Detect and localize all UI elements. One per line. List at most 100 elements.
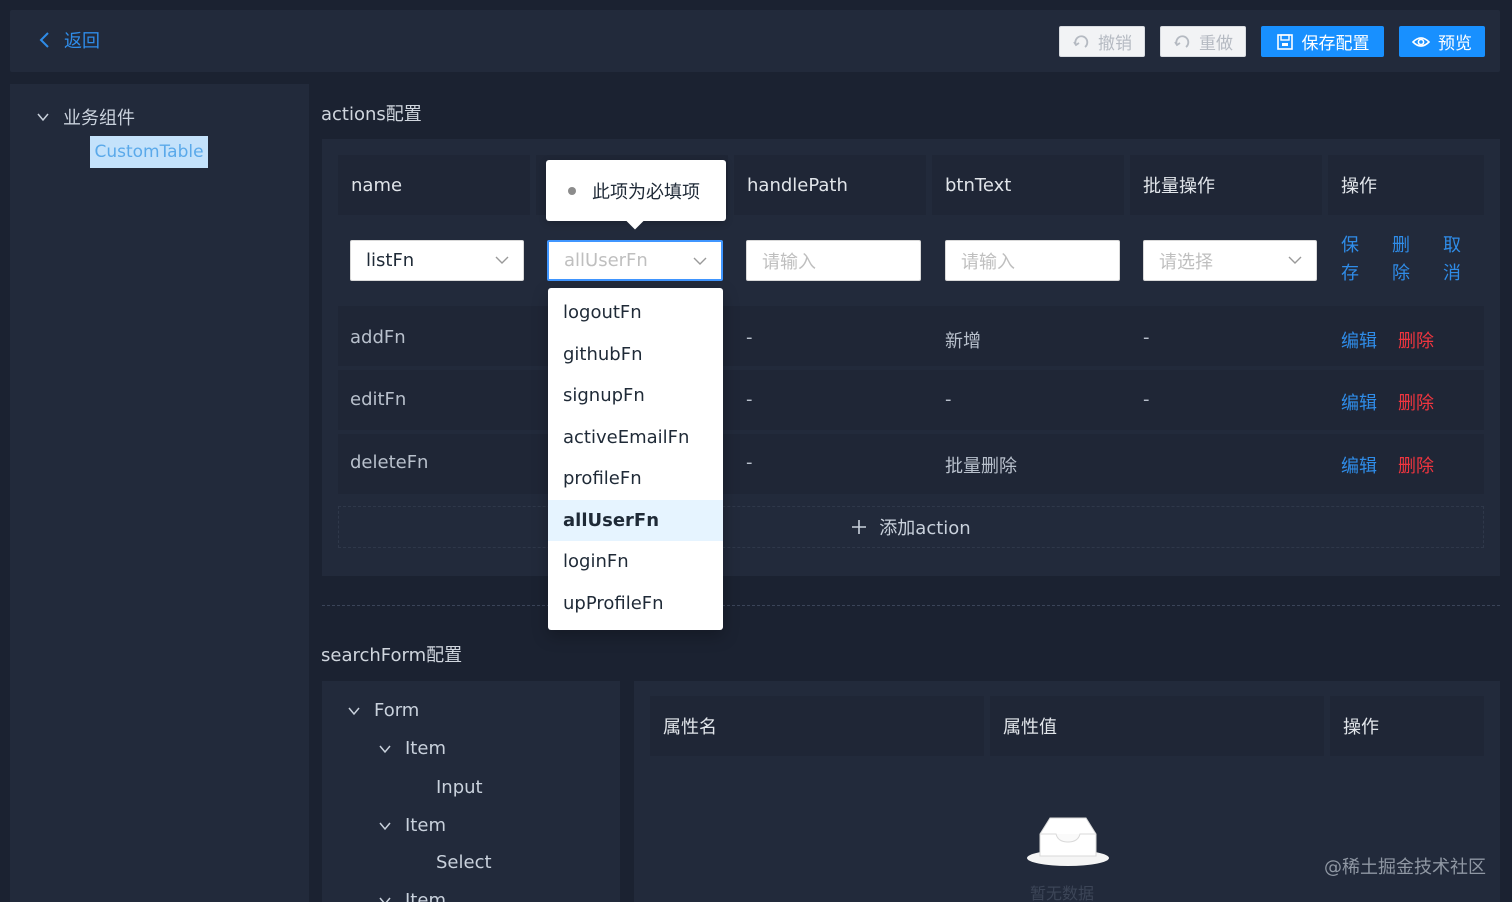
bullet-icon xyxy=(568,186,576,195)
table-row xyxy=(338,434,1484,494)
dropdown-option[interactable]: upProfileFn xyxy=(548,583,723,625)
chevron-left-icon xyxy=(39,32,49,48)
save-config-label: 保存配置 xyxy=(1301,34,1370,54)
tree-node-customtable[interactable]: CustomTable xyxy=(90,136,208,168)
tree-node-label: 业务组件 xyxy=(63,108,135,129)
dropdown-option[interactable]: profileFn xyxy=(548,458,723,500)
table-row xyxy=(338,370,1484,430)
tree-node-select[interactable]: Select xyxy=(436,852,492,873)
chevron-down-icon xyxy=(495,256,509,264)
col-header-prop-value: 属性值 xyxy=(990,696,1324,756)
chevron-down-icon xyxy=(379,897,391,902)
handle-select-value: allUserFn xyxy=(564,250,648,271)
table-row xyxy=(338,306,1484,366)
top-toolbar: 返回 撤销 重做 保存配置 预览 xyxy=(10,10,1500,72)
delete-row-link[interactable]: 删除 xyxy=(1392,232,1410,288)
watermark: @稀土掘金技术社区 xyxy=(1324,857,1486,878)
edit-link[interactable]: 编辑 xyxy=(1341,452,1377,478)
tree-node-item[interactable]: Item xyxy=(379,890,446,902)
chevron-down-icon xyxy=(379,822,391,830)
actions-section-title: actions配置 xyxy=(321,104,422,125)
handlepath-input[interactable]: 请输入 xyxy=(746,240,921,281)
dropdown-option[interactable]: loginFn xyxy=(548,541,723,583)
redo-button[interactable]: 重做 xyxy=(1160,26,1246,57)
tree-node-label: Select xyxy=(436,852,492,873)
empty-inbox-icon xyxy=(1027,817,1109,866)
searchform-section-title: searchForm配置 xyxy=(321,645,463,666)
col-header-name: name xyxy=(338,155,530,215)
save-row-link[interactable]: 保存 xyxy=(1341,232,1359,288)
delete-link[interactable]: 删除 xyxy=(1398,327,1434,353)
dropdown-option-selected[interactable]: allUserFn xyxy=(548,499,723,541)
delete-link[interactable]: 删除 xyxy=(1398,452,1434,478)
edit-link[interactable]: 编辑 xyxy=(1341,327,1377,353)
back-label: 返回 xyxy=(64,31,100,52)
name-select-value: listFn xyxy=(366,250,415,271)
undo-label: 撤销 xyxy=(1098,34,1132,54)
chevron-down-icon xyxy=(1288,256,1302,264)
btntext-input[interactable]: 请输入 xyxy=(945,240,1120,281)
col-header-batch: 批量操作 xyxy=(1130,155,1322,215)
row-batch: - xyxy=(1143,389,1150,410)
validation-message: 此项为必填项 xyxy=(592,181,700,203)
row-handlepath: - xyxy=(746,327,753,348)
undo-icon xyxy=(1073,34,1089,48)
dropdown-option[interactable]: signupFn xyxy=(548,375,723,417)
redo-label: 重做 xyxy=(1199,34,1233,54)
col-header-prop-ops: 操作 xyxy=(1330,696,1484,756)
chevron-down-icon xyxy=(348,707,360,715)
add-action-button[interactable]: 添加action xyxy=(338,506,1484,548)
section-divider xyxy=(322,605,1500,606)
chevron-down-icon xyxy=(37,113,49,122)
tree-node-business-components[interactable]: 业务组件 xyxy=(37,104,135,130)
tree-node-label: Form xyxy=(374,700,420,721)
batch-select[interactable]: 请选择 xyxy=(1143,240,1317,281)
sidebar: 业务组件 CustomTable xyxy=(10,84,309,902)
handle-select[interactable]: allUserFn xyxy=(547,240,723,281)
row-name: addFn xyxy=(350,327,406,348)
edit-link[interactable]: 编辑 xyxy=(1341,389,1377,415)
col-header-ops: 操作 xyxy=(1328,155,1484,215)
save-config-button[interactable]: 保存配置 xyxy=(1261,26,1384,57)
plus-icon xyxy=(852,520,867,534)
row-handlepath: - xyxy=(746,452,753,473)
tree-node-form[interactable]: Form xyxy=(348,700,419,721)
col-header-prop-name: 属性名 xyxy=(650,696,984,756)
tree-node-label: Item xyxy=(405,738,446,759)
back-button[interactable]: 返回 xyxy=(38,27,100,53)
col-header-btntext: btnText xyxy=(932,155,1124,215)
row-btntext: 批量删除 xyxy=(945,456,1017,477)
undo-button[interactable]: 撤销 xyxy=(1059,26,1145,57)
tree-node-label: Item xyxy=(405,890,446,902)
empty-text: 暂无数据 xyxy=(1030,884,1095,902)
row-btntext: 新增 xyxy=(945,331,981,352)
handle-dropdown: logoutFn githubFn signupFn activeEmailFn… xyxy=(548,288,723,630)
save-icon xyxy=(1276,33,1293,50)
tree-node-item[interactable]: Item xyxy=(379,738,446,759)
eye-icon xyxy=(1412,36,1430,47)
tree-node-item[interactable]: Item xyxy=(379,815,446,836)
row-name: editFn xyxy=(350,389,407,410)
name-select[interactable]: listFn xyxy=(350,240,524,281)
batch-select-placeholder: 请选择 xyxy=(1159,251,1213,273)
row-btntext: - xyxy=(945,389,952,410)
preview-button[interactable]: 预览 xyxy=(1399,26,1485,57)
tree-node-label: Input xyxy=(436,777,483,798)
delete-link[interactable]: 删除 xyxy=(1398,389,1434,415)
tree-node-input[interactable]: Input xyxy=(436,777,483,798)
dropdown-option[interactable]: logoutFn xyxy=(548,292,723,334)
chevron-down-icon xyxy=(379,745,391,753)
chevron-down-icon xyxy=(693,257,707,265)
validation-tooltip: 此项为必填项 xyxy=(546,160,726,221)
preview-label: 预览 xyxy=(1438,34,1472,54)
dropdown-option[interactable]: activeEmailFn xyxy=(548,417,723,459)
row-handlepath: - xyxy=(746,389,753,410)
cancel-row-link[interactable]: 取消 xyxy=(1443,232,1461,288)
redo-icon xyxy=(1174,34,1190,48)
tree-node-label: Item xyxy=(405,815,446,836)
row-name: deleteFn xyxy=(350,452,429,473)
dropdown-option[interactable]: githubFn xyxy=(548,334,723,376)
row-batch: - xyxy=(1143,327,1150,348)
col-header-handlepath: handlePath xyxy=(734,155,926,215)
add-action-label: 添加action xyxy=(879,518,971,539)
